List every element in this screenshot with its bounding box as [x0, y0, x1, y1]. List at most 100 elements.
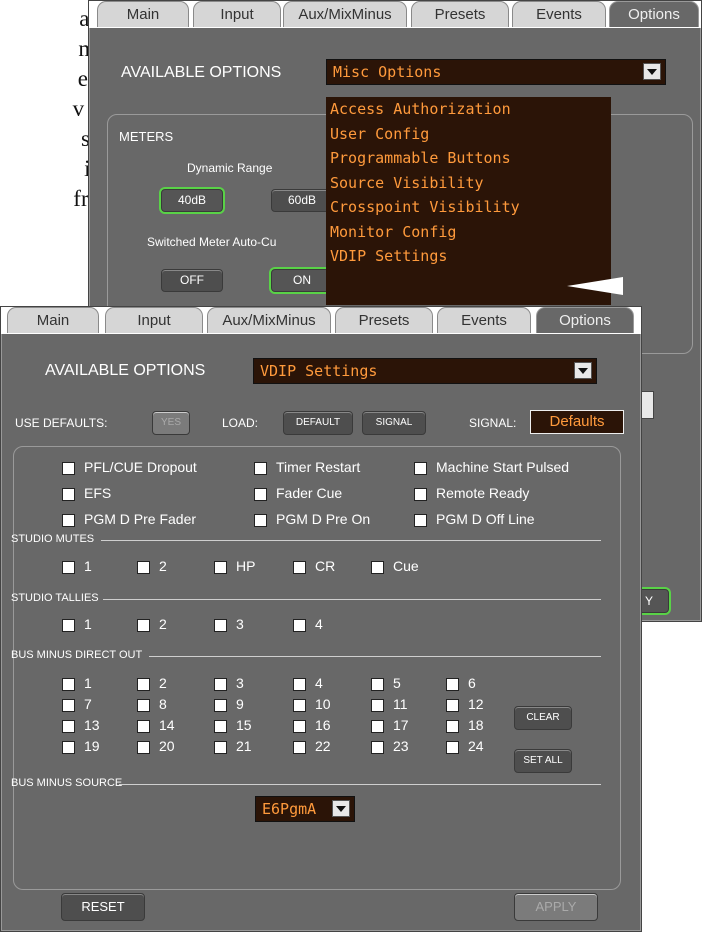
checkbox-bus-minus-8[interactable] — [137, 699, 150, 712]
checkbox-bus-minus-15[interactable] — [214, 720, 227, 733]
checkbox-bus-minus-24[interactable] — [446, 741, 459, 754]
menu-item-vdip-settings[interactable]: VDIP Settings — [326, 244, 611, 269]
tab-events[interactable]: Events — [512, 1, 606, 27]
label-mute-hp: HP — [236, 558, 256, 574]
label-bus-minus: 24 — [468, 738, 484, 754]
options-dropdown[interactable]: VDIP Settings — [253, 358, 597, 384]
signal-label: SIGNAL: — [469, 416, 517, 430]
label-bus-minus: 11 — [393, 696, 408, 712]
clear-button[interactable]: CLEAR — [514, 706, 572, 730]
checkbox-bus-minus-1[interactable] — [62, 678, 75, 691]
btn-40db[interactable]: 40dB — [161, 189, 223, 212]
label-bus-minus: 17 — [393, 717, 409, 733]
dropdown-arrow-icon[interactable] — [332, 800, 350, 817]
menu-item-crosspoint-visibility[interactable]: Crosspoint Visibility — [326, 195, 611, 220]
tab-main[interactable]: Main — [7, 307, 99, 333]
menu-item-user-config[interactable]: User Config — [326, 122, 611, 147]
tab-input[interactable]: Input — [193, 1, 281, 27]
tab-events[interactable]: Events — [437, 307, 531, 333]
btn-off[interactable]: OFF — [161, 269, 223, 292]
label-bus-minus: 10 — [315, 696, 331, 712]
label-tally-1: 1 — [84, 616, 92, 632]
label-mute-2: 2 — [159, 558, 167, 574]
label-bus-minus: 16 — [315, 717, 331, 733]
checkbox-tally-4[interactable] — [293, 619, 306, 632]
spinner-icon[interactable] — [640, 391, 654, 419]
checkbox-bus-minus-22[interactable] — [293, 741, 306, 754]
options-menu[interactable]: Access Authorization User Config Program… — [326, 97, 611, 305]
checkbox-remote-ready[interactable] — [414, 488, 427, 501]
checkbox-pgm-d-off-line[interactable] — [414, 514, 427, 527]
checkbox-pgm-d-pre-on[interactable] — [254, 514, 267, 527]
checkbox-mute-cue[interactable] — [371, 561, 384, 574]
apply-button[interactable]: APPLY — [514, 893, 598, 921]
tab-options[interactable]: Options — [536, 307, 634, 333]
checkbox-bus-minus-11[interactable] — [371, 699, 384, 712]
checkbox-bus-minus-18[interactable] — [446, 720, 459, 733]
menu-item-source-visibility[interactable]: Source Visibility — [326, 171, 611, 196]
menu-item-monitor-config[interactable]: Monitor Config — [326, 220, 611, 245]
divider — [119, 784, 601, 785]
checkbox-bus-minus-20[interactable] — [137, 741, 150, 754]
checkbox-bus-minus-14[interactable] — [137, 720, 150, 733]
tab-options[interactable]: Options — [609, 1, 699, 27]
label-pgm-d-pre-on: PGM D Pre On — [276, 511, 371, 527]
checkbox-tally-3[interactable] — [214, 619, 227, 632]
checkbox-bus-minus-7[interactable] — [62, 699, 75, 712]
reset-button[interactable]: RESET — [61, 893, 145, 921]
label-mute-cr: CR — [315, 558, 336, 574]
checkbox-bus-minus-6[interactable] — [446, 678, 459, 691]
label-tally-3: 3 — [236, 616, 244, 632]
label-bus-minus: 18 — [468, 717, 484, 733]
menu-item-programmable-buttons[interactable]: Programmable Buttons — [326, 146, 611, 171]
checkbox-timer-restart[interactable] — [254, 462, 267, 475]
checkbox-bus-minus-9[interactable] — [214, 699, 227, 712]
btn-60db[interactable]: 60dB — [271, 189, 333, 212]
checkbox-bus-minus-12[interactable] — [446, 699, 459, 712]
checkbox-mute-hp[interactable] — [214, 561, 227, 574]
label-remote-ready: Remote Ready — [436, 485, 530, 501]
checkbox-bus-minus-21[interactable] — [214, 741, 227, 754]
checkbox-bus-minus-4[interactable] — [293, 678, 306, 691]
label-tally-2: 2 — [159, 616, 167, 632]
checkbox-bus-minus-16[interactable] — [293, 720, 306, 733]
checkbox-fader-cue[interactable] — [254, 488, 267, 501]
checkbox-efs[interactable] — [62, 488, 75, 501]
checkbox-machine-start-pulsed[interactable] — [414, 462, 427, 475]
label-bus-minus: 4 — [315, 675, 323, 691]
checkbox-mute-1[interactable] — [62, 561, 75, 574]
dropdown-arrow-icon[interactable] — [574, 362, 592, 379]
bus-minus-source-label: BUS MINUS SOURCE — [11, 777, 123, 789]
btn-on[interactable]: ON — [271, 269, 333, 292]
checkbox-bus-minus-3[interactable] — [214, 678, 227, 691]
menu-item-access-authorization[interactable]: Access Authorization — [326, 97, 611, 122]
signal-button[interactable]: SIGNAL — [362, 411, 426, 435]
checkbox-bus-minus-13[interactable] — [62, 720, 75, 733]
tab-input[interactable]: Input — [105, 307, 203, 333]
available-options-label: AVAILABLE OPTIONS — [45, 362, 206, 379]
checkbox-bus-minus-23[interactable] — [371, 741, 384, 754]
checkbox-pfl-cue-dropout[interactable] — [62, 462, 75, 475]
checkbox-bus-minus-5[interactable] — [371, 678, 384, 691]
checkbox-bus-minus-2[interactable] — [137, 678, 150, 691]
checkbox-tally-2[interactable] — [137, 619, 150, 632]
label-bus-minus: 14 — [159, 717, 175, 733]
options-dropdown[interactable]: Misc Options — [326, 59, 666, 85]
checkbox-bus-minus-17[interactable] — [371, 720, 384, 733]
tab-presets[interactable]: Presets — [411, 1, 509, 27]
checkbox-mute-2[interactable] — [137, 561, 150, 574]
checkbox-pgm-d-pre-fader[interactable] — [62, 514, 75, 527]
checkbox-tally-1[interactable] — [62, 619, 75, 632]
dropdown-arrow-icon[interactable] — [643, 63, 661, 80]
yes-button[interactable]: YES — [152, 411, 190, 435]
tab-main[interactable]: Main — [97, 1, 189, 27]
checkbox-bus-minus-10[interactable] — [293, 699, 306, 712]
checkbox-bus-minus-19[interactable] — [62, 741, 75, 754]
default-button[interactable]: DEFAULT — [283, 411, 353, 435]
set-all-button[interactable]: SET ALL — [514, 749, 572, 773]
checkbox-mute-cr[interactable] — [293, 561, 306, 574]
bus-source-dropdown[interactable]: E6PgmA — [255, 796, 355, 822]
tab-aux-mixminus[interactable]: Aux/MixMinus — [207, 307, 331, 333]
tab-aux-mixminus[interactable]: Aux/MixMinus — [283, 1, 407, 27]
tab-presets[interactable]: Presets — [335, 307, 433, 333]
